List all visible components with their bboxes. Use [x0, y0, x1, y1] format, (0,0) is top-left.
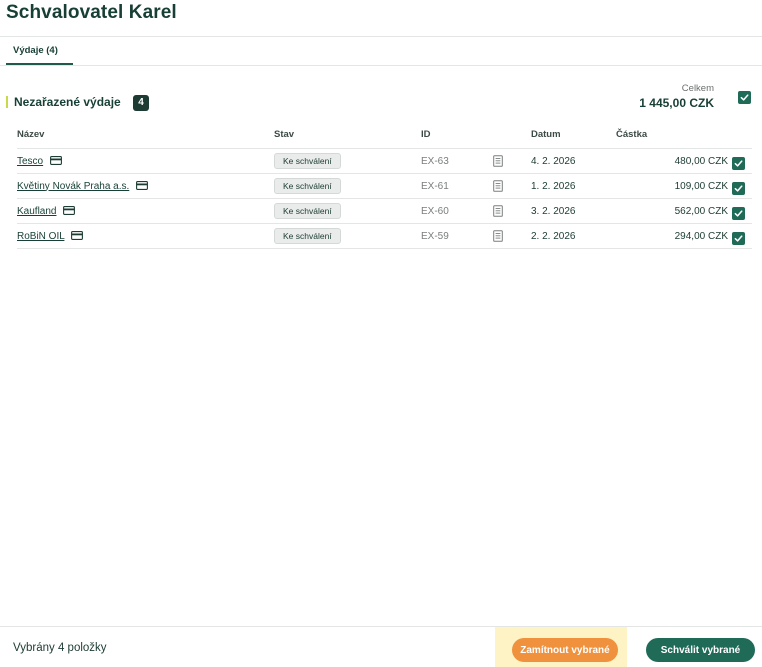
credit-card-icon [71, 231, 84, 241]
cell-check [728, 198, 752, 224]
total-label: Celkem [681, 83, 714, 94]
selected-count-text: Vybrány 4 položky [13, 642, 107, 654]
cell-check [728, 148, 752, 174]
receipt-icon[interactable] [493, 230, 503, 242]
table-row[interactable]: Kaufland Ke schválení EX-60 3. 2. 2026 5… [17, 198, 752, 224]
expense-name-link[interactable]: Kaufland [17, 206, 56, 217]
cell-amount: 562,00 CZK [616, 198, 728, 224]
cell-amount: 480,00 CZK [616, 148, 728, 174]
select-all-checkbox[interactable] [738, 91, 751, 104]
cell-id: EX-63 [421, 148, 493, 174]
cell-amount: 294,00 CZK [616, 223, 728, 249]
table-row[interactable]: Květiny Novák Praha a.s. Ke schválení EX… [17, 173, 752, 199]
cell-name: Kaufland [17, 198, 274, 224]
table-row[interactable]: Tesco Ke schválení EX-63 4. 2. 2026 480,… [17, 148, 752, 174]
expense-name-link[interactable]: Tesco [17, 156, 43, 167]
cell-id: EX-61 [421, 173, 493, 199]
checkmark-icon [734, 185, 743, 192]
checkmark-icon [734, 210, 743, 217]
header-divider [0, 36, 762, 37]
cell-name: Tesco [17, 148, 274, 174]
cell-amount: 109,00 CZK [616, 173, 728, 199]
cell-receipt [493, 198, 531, 224]
cell-receipt [493, 173, 531, 199]
cell-receipt [493, 223, 531, 249]
credit-card-icon [49, 156, 62, 166]
receipt-icon[interactable] [493, 205, 503, 217]
column-header-check [728, 121, 752, 149]
cell-id: EX-59 [421, 223, 493, 249]
tab-vydaje[interactable]: Výdaje (4) [6, 36, 73, 65]
table-row[interactable]: RoBiN OIL Ke schválení EX-59 2. 2. 2026 … [17, 223, 752, 249]
column-header-amount[interactable]: Částka [616, 121, 728, 149]
table-header-row: Název Stav ID Datum Částka [17, 121, 752, 149]
page-title: Schvalovatel Karel [6, 2, 177, 23]
cell-date: 3. 2. 2026 [531, 198, 616, 224]
cell-receipt [493, 148, 531, 174]
cell-date: 1. 2. 2026 [531, 173, 616, 199]
cell-name: Květiny Novák Praha a.s. [17, 173, 274, 199]
expense-id: EX-59 [421, 230, 449, 242]
cell-status: Ke schválení [274, 223, 421, 249]
row-checkbox[interactable] [732, 157, 745, 170]
cell-date: 4. 2. 2026 [531, 148, 616, 174]
column-header-date[interactable]: Datum [531, 121, 616, 149]
total-value: 1 445,00 CZK [639, 96, 714, 110]
reject-selected-button[interactable]: Zamítnout vybrané [512, 638, 618, 662]
receipt-icon[interactable] [493, 180, 503, 192]
row-checkbox[interactable] [732, 207, 745, 220]
receipt-icon[interactable] [493, 155, 503, 167]
status-badge: Ke schválení [274, 203, 341, 219]
cell-id: EX-60 [421, 198, 493, 224]
checkmark-icon [734, 160, 743, 167]
cell-date: 2. 2. 2026 [531, 223, 616, 249]
checkmark-icon [740, 94, 749, 101]
column-header-spacer [493, 121, 531, 149]
expense-id: EX-63 [421, 155, 449, 167]
expense-name-link[interactable]: Květiny Novák Praha a.s. [17, 181, 129, 192]
column-header-name[interactable]: Název [17, 121, 274, 149]
expense-id: EX-60 [421, 205, 449, 217]
section-title: Nezařazené výdaje [14, 95, 121, 109]
cell-check [728, 173, 752, 199]
footer-bar: Vybrány 4 položky Zamítnout vybrané Schv… [0, 626, 762, 667]
credit-card-icon [63, 206, 76, 216]
section-count-badge: 4 [133, 95, 149, 111]
row-checkbox[interactable] [732, 232, 745, 245]
cell-check [728, 223, 752, 249]
approve-selected-button[interactable]: Schválit vybrané [646, 638, 755, 662]
status-badge: Ke schválení [274, 178, 341, 194]
tabs-divider [0, 65, 762, 66]
expense-id: EX-61 [421, 180, 449, 192]
section-accent-bar [6, 96, 8, 108]
status-badge: Ke schválení [274, 228, 341, 244]
cell-name: RoBiN OIL [17, 223, 274, 249]
status-badge: Ke schválení [274, 153, 341, 169]
cell-status: Ke schválení [274, 148, 421, 174]
expense-name-link[interactable]: RoBiN OIL [17, 231, 64, 242]
checkmark-icon [734, 235, 743, 242]
cell-status: Ke schválení [274, 198, 421, 224]
row-checkbox[interactable] [732, 182, 745, 195]
credit-card-icon [136, 181, 149, 191]
column-header-id[interactable]: ID [421, 121, 493, 149]
column-header-status[interactable]: Stav [274, 121, 421, 149]
expenses-table: Název Stav ID Datum Částka Tesco Ke schv… [17, 121, 752, 249]
cell-status: Ke schválení [274, 173, 421, 199]
